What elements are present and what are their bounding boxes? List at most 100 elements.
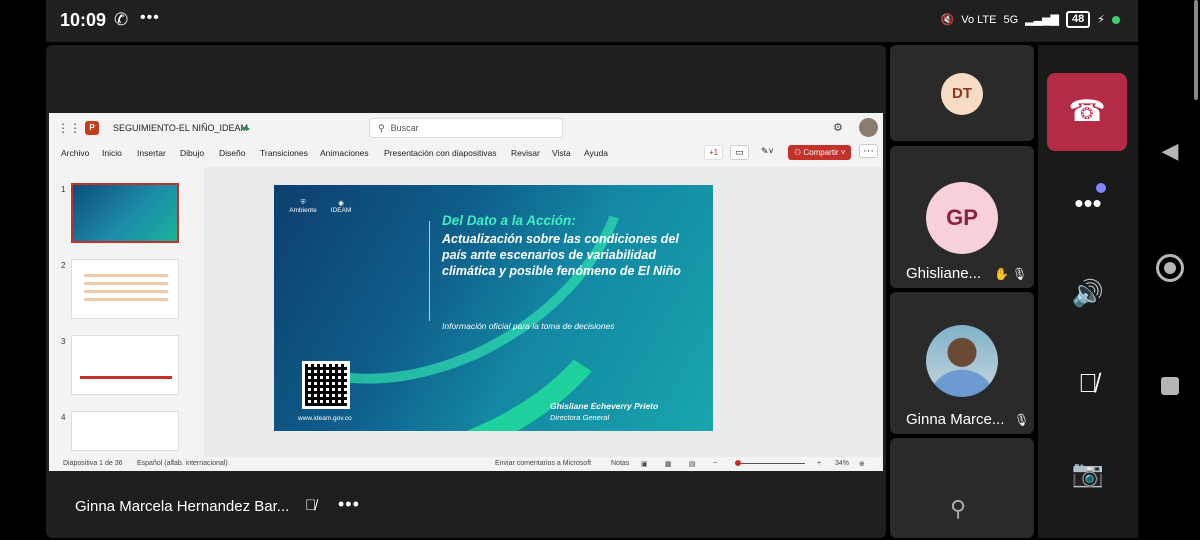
more-options-icon[interactable]: ··· (859, 144, 878, 158)
participant-tile-gp[interactable]: GP Ghisliane... ✋ 🎙 (890, 146, 1034, 288)
search-icon: ⚲ (378, 123, 385, 133)
participant-name: Ghisliane... (906, 265, 982, 282)
slide-thumbnail-pane: 1 2 3 4 (49, 167, 199, 457)
camera-off-icon: 📷 (1071, 458, 1105, 488)
zoom-slider-handle[interactable] (735, 460, 741, 466)
menu-ayuda[interactable]: Ayuda (584, 148, 608, 158)
current-slide: ⛨ Ambiente ◉ IDEAM Del Dato a la Acción: A… (274, 185, 713, 431)
speaker-button[interactable]: 🔊 (1060, 273, 1116, 313)
back-icon[interactable]: ◀ (1156, 137, 1184, 165)
mute-icon: 🔇 (940, 14, 955, 26)
pen-icon[interactable]: ✎˅ (757, 145, 778, 158)
sorter-view-icon[interactable]: ▦ (665, 460, 672, 468)
menu-revisar[interactable]: Revisar (511, 148, 540, 158)
comment-icon[interactable]: ▭ (730, 145, 749, 160)
saved-cloud-icon: ☁ (240, 122, 250, 133)
notes-button[interactable]: Notas (611, 460, 629, 467)
charging-icon: ⚡ (1097, 14, 1105, 26)
more-notifications-icon: ••• (140, 9, 160, 26)
signal-bars-icon: ▂▃▅▇ (1025, 14, 1060, 26)
mic-off-icon: 🎙 (1012, 267, 1028, 281)
ppt-status-bar: Diapositiva 1 de 36 Español (alfab. inte… (49, 457, 883, 471)
slide-title: Actualización sobre las condiciones del … (442, 232, 681, 278)
android-nav-bar: ◀ (1140, 0, 1200, 540)
zoom-level[interactable]: 34% (835, 460, 849, 467)
slide-thumbnail-1[interactable] (71, 183, 179, 243)
fit-slide-icon[interactable]: ⊕ (859, 460, 865, 468)
slide-thumbnail-4[interactable] (71, 411, 179, 451)
participant-tile-ginna[interactable]: Ginna Marce... 🎙 (890, 292, 1034, 434)
shield-icon: ⛨ (300, 199, 306, 206)
search-input[interactable]: ⚲ Buscar (369, 118, 563, 138)
presenter-name: Ginna Marcela Hernandez Bar... (75, 498, 290, 515)
user-avatar[interactable] (859, 118, 878, 137)
share-label: Compartir (803, 148, 839, 157)
slide-author-role: Directora General (550, 413, 610, 422)
hand-raised-icon: ✋ (994, 267, 1009, 281)
thumb-number: 1 (61, 185, 66, 194)
more-options-icon[interactable]: ••• (338, 494, 360, 515)
ribbon-menu: Archivo Inicio Insertar Dibujo Diseño Tr… (49, 143, 883, 163)
menu-inicio[interactable]: Inicio (102, 148, 122, 158)
signal-label: 5G (1003, 13, 1019, 26)
end-call-button[interactable]: ☎ (1047, 73, 1127, 151)
phone-hangup-icon: ☎ (1068, 95, 1106, 128)
menu-diseno[interactable]: Diseño (219, 148, 245, 158)
camera-button[interactable]: 📷 (1060, 453, 1116, 493)
active-dot-icon (1112, 15, 1120, 24)
call-controls: ☎ ••• 🔊 🎙̸ 📷 (1038, 45, 1138, 538)
logo1-label: Ambiente (289, 207, 317, 214)
slide-thumbnail-3[interactable] (71, 335, 179, 395)
battery-level: 48 (1066, 11, 1091, 28)
screen-left-edge (0, 0, 46, 540)
status-bar: 10:09 ✆ ••• 🔇 Vo LTE 5G ▂▃▅▇ 48 ⚡ (46, 0, 1138, 42)
status-icons: 🔇 Vo LTE 5G ▂▃▅▇ 48 ⚡ (941, 11, 1120, 28)
home-icon[interactable] (1156, 254, 1184, 282)
normal-view-icon[interactable]: ▣ (641, 460, 648, 468)
share-button[interactable]: ⚇ Compartir ˅ (788, 145, 852, 160)
thumb-number: 4 (61, 413, 66, 422)
avatar: DT (941, 73, 983, 115)
feedback-link[interactable]: Enviar comentarios a Microsoft (495, 460, 591, 467)
menu-presentacion[interactable]: Presentación con diapositivas (384, 148, 496, 158)
powerpoint-logo-icon: P (85, 121, 99, 135)
menu-vista[interactable]: Vista (552, 148, 571, 158)
recents-icon[interactable] (1161, 377, 1179, 395)
mic-off-icon: 🎙 (1014, 413, 1030, 427)
menu-insertar[interactable]: Insertar (137, 148, 166, 158)
participant-name: Ginna Marce... (906, 411, 1005, 428)
qr-code (302, 361, 350, 409)
participant-tile-dt[interactable]: DT (890, 45, 1034, 141)
more-icon: ••• (1074, 188, 1102, 218)
menu-dibujo[interactable]: Dibujo (180, 148, 204, 158)
avatar: GP (926, 182, 998, 254)
slide-counter: Diapositiva 1 de 36 (63, 460, 123, 467)
speaker-icon: 🔊 (1071, 278, 1105, 308)
menu-archivo[interactable]: Archivo (61, 148, 89, 158)
ppt-title-bar: ⋮⋮⋮ P SEGUIMIENTO-EL NIÑO_IDEAM ☁ ⚲ Busca… (49, 113, 883, 143)
ambiente-logo: ⛨ Ambiente (288, 199, 318, 214)
zoom-slider[interactable] (739, 463, 805, 464)
mic-off-icon: 🎙̸ (1078, 368, 1098, 398)
scroll-indicator (1194, 0, 1198, 100)
menu-animaciones[interactable]: Animaciones (320, 148, 369, 158)
reading-view-icon[interactable]: ▤ (689, 460, 696, 468)
language-indicator[interactable]: Español (alfab. internacional) (137, 460, 228, 467)
slide-author: Ghisliane Echeverry Prieto (550, 401, 659, 411)
slide-subtitle: Información oficial para la toma de deci… (442, 321, 615, 331)
more-actions-button[interactable]: ••• (1060, 183, 1116, 223)
share-icon: ⚇ (794, 148, 804, 157)
document-title[interactable]: SEGUIMIENTO-EL NIÑO_IDEAM (113, 123, 248, 133)
search-placeholder: Buscar (390, 123, 419, 133)
gear-icon[interactable]: ⚙ (833, 121, 843, 134)
eye-icon: ◉ (338, 200, 344, 207)
mute-button[interactable]: 🎙̸ (1060, 363, 1116, 403)
self-view-tile[interactable]: ⚲ (890, 438, 1034, 538)
zoom-in-icon[interactable]: + (817, 460, 821, 467)
whatsapp-icon: ✆ (114, 10, 129, 29)
collaborators-badge[interactable]: +1 (704, 145, 724, 160)
slide-thumbnail-2[interactable] (71, 259, 179, 319)
zoom-out-icon[interactable]: − (713, 460, 717, 467)
menu-transiciones[interactable]: Transiciones (260, 148, 308, 158)
title-divider (429, 221, 430, 321)
